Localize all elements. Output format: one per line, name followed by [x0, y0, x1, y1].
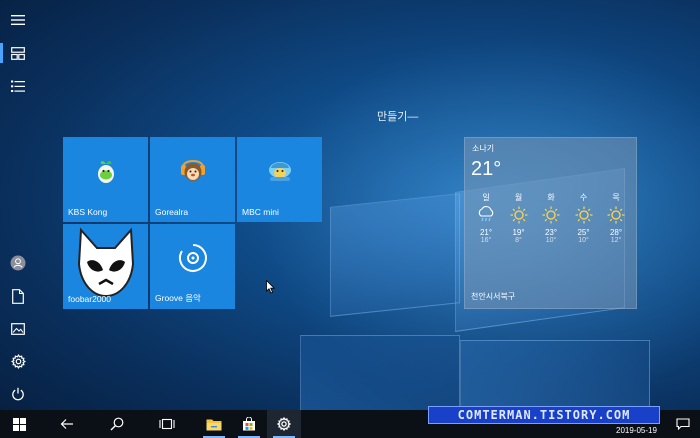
kbs-kong-icon — [97, 160, 114, 183]
sun-icon — [575, 206, 592, 224]
forecast-high: 19° — [512, 228, 525, 237]
weather-current-temp: 21° — [471, 158, 502, 180]
mouse-cursor-icon — [266, 280, 276, 294]
weather-forecast: 일 21° 16° 월 19° 8° 화 23° 10° 수 25° 10° 목… — [471, 192, 631, 244]
pictures-button[interactable] — [0, 314, 36, 344]
wallpaper-pane — [460, 340, 650, 415]
power-button[interactable] — [0, 379, 36, 409]
tile-foobar2000[interactable]: foobar2000 — [63, 224, 148, 309]
forecast-high: 21° — [479, 228, 493, 237]
forecast-day-name: 화 — [547, 193, 555, 202]
user-icon — [10, 255, 26, 271]
windows-start-icon — [12, 417, 26, 431]
settings-taskbar-button[interactable] — [267, 410, 301, 438]
forecast-low: 10° — [578, 237, 589, 244]
sun-icon — [607, 206, 625, 224]
tile-weather[interactable]: 소나기 21° 일 21° 16° 월 19° 8° 화 23° 10° 수 2… — [464, 137, 637, 309]
settings-icon — [277, 417, 291, 431]
store-button[interactable] — [232, 410, 266, 438]
tile-label: foobar2000 — [68, 294, 112, 304]
back-button[interactable] — [50, 410, 84, 438]
foobar2000-icon — [77, 227, 135, 298]
all-apps-list-button[interactable] — [0, 71, 36, 101]
user-account-button[interactable] — [0, 248, 36, 278]
tile-label: Groove 음악 — [155, 293, 201, 303]
store-icon — [243, 417, 255, 431]
start-left-rail — [0, 0, 36, 410]
search-button[interactable] — [100, 410, 134, 438]
forecast-low: 12° — [610, 237, 622, 244]
tile-group-title[interactable]: 만들기— — [377, 108, 418, 124]
forecast-day: 수 25° 10° — [569, 192, 599, 244]
action-center-button[interactable] — [666, 410, 700, 438]
gorealra-icon — [180, 160, 205, 181]
sun-icon — [510, 206, 527, 224]
tile-groove-music[interactable]: Groove 음악 — [150, 224, 235, 309]
forecast-low: 8° — [515, 237, 522, 244]
forecast-day-name: 월 — [514, 193, 523, 202]
power-icon — [12, 387, 24, 401]
file-explorer-icon — [206, 419, 222, 430]
file-explorer-button[interactable] — [197, 410, 231, 438]
mbc-mini-icon — [268, 162, 291, 181]
watermark-banner: COMTERMAN.TISTORY.COM — [428, 406, 660, 424]
forecast-day: 월 19° 8° — [504, 192, 534, 244]
search-icon — [110, 417, 124, 431]
settings-button[interactable] — [0, 346, 36, 376]
forecast-day: 일 21° 16° — [471, 192, 501, 244]
documents-button[interactable] — [0, 281, 36, 311]
rain-icon — [478, 206, 494, 222]
gear-icon — [10, 353, 26, 369]
all-tiles-button[interactable] — [0, 38, 36, 68]
notification-icon — [676, 418, 690, 430]
forecast-high: 23° — [544, 228, 558, 237]
document-icon — [12, 288, 24, 304]
groove-music-icon — [178, 244, 207, 272]
forecast-day-name: 수 — [579, 193, 588, 202]
forecast-day-name: 목 — [612, 193, 620, 202]
hamburger-icon — [11, 15, 25, 25]
back-icon — [60, 419, 73, 429]
list-icon — [11, 80, 25, 92]
start-button[interactable] — [2, 410, 36, 438]
pictures-icon — [11, 323, 25, 335]
forecast-day: 목 28° 12° — [601, 192, 631, 244]
wallpaper-pane — [330, 193, 460, 317]
tile-label: Gorealra — [155, 207, 189, 217]
taskbar-date[interactable]: 2019-05-19 — [616, 426, 657, 435]
all-tiles-icon — [11, 46, 25, 60]
weather-location: 천안시서북구 — [471, 292, 516, 301]
forecast-high: 25° — [577, 228, 590, 237]
tile-label: MBC mini — [242, 207, 279, 217]
tile-kbs-kong[interactable]: KBS Kong — [63, 137, 148, 222]
sun-icon — [542, 206, 560, 224]
wallpaper-pane — [300, 335, 460, 415]
forecast-day-name: 일 — [482, 193, 490, 202]
tile-gorealra[interactable]: Gorealra — [150, 137, 235, 222]
forecast-low: 10° — [545, 237, 557, 244]
forecast-day: 화 23° 10° — [536, 192, 566, 244]
forecast-high: 28° — [609, 228, 623, 237]
tile-label: KBS Kong — [68, 207, 108, 217]
hamburger-button[interactable] — [0, 5, 36, 35]
weather-condition: 소나기 — [472, 144, 495, 153]
tile-mbc-mini[interactable]: MBC mini — [237, 137, 322, 222]
task-view-button[interactable] — [150, 410, 184, 438]
task-view-icon — [159, 418, 175, 430]
forecast-low: 16° — [480, 237, 492, 244]
